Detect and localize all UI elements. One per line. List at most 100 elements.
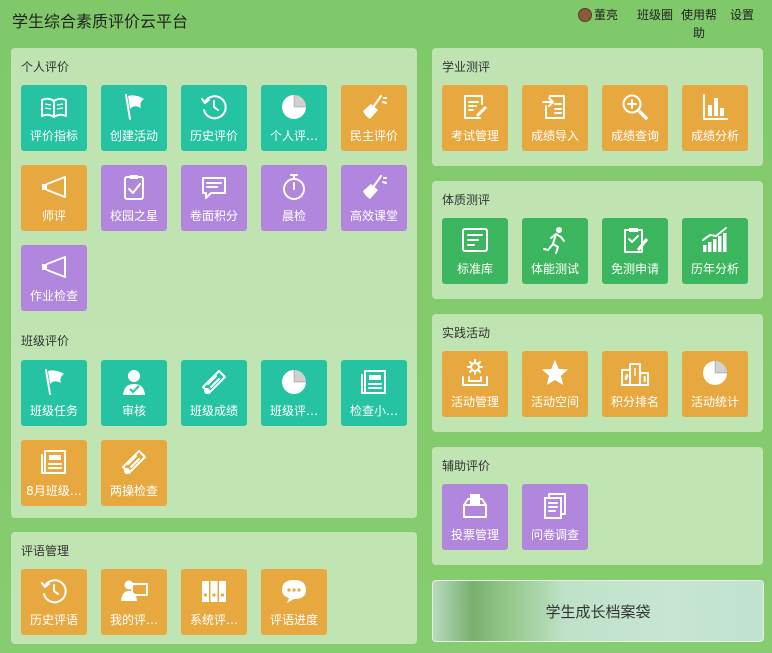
tile-practice-2[interactable]: 活动空间 <box>522 351 588 417</box>
newspaper-icon <box>21 447 87 477</box>
tile-practice-3[interactable]: 积分排名 <box>602 351 668 417</box>
tile-class-5[interactable]: 检查小… <box>341 360 407 426</box>
tile-label: 历年分析 <box>690 262 739 276</box>
horn-icon <box>21 252 87 282</box>
history-icon <box>21 576 87 606</box>
tile-personal-11[interactable]: 作业检查 <box>21 245 87 311</box>
panel-title: 评语管理 <box>21 544 70 558</box>
user-menu[interactable]: 董亮 <box>578 6 618 23</box>
clipboard-icon <box>101 172 167 202</box>
panel-title: 辅助评价 <box>442 459 491 473</box>
growth-archive-banner[interactable]: 学生成长档案袋 <box>432 580 764 642</box>
tile-physical-4[interactable]: 历年分析 <box>682 218 748 284</box>
history-icon <box>181 92 247 122</box>
tile-academic-2[interactable]: 成绩导入 <box>522 85 588 151</box>
tile-auxiliary-2[interactable]: 问卷调查 <box>522 484 588 550</box>
panel-title: 体质测评 <box>442 193 491 207</box>
tile-label: 班级评… <box>269 404 318 418</box>
tile-practice-4[interactable]: 活动统计 <box>682 351 748 417</box>
tile-label: 我的评… <box>109 613 158 627</box>
tile-label: 历史评价 <box>189 129 238 143</box>
broom-icon <box>341 92 407 122</box>
horn-icon <box>21 172 87 202</box>
tile-comments-2[interactable]: 我的评… <box>101 569 167 635</box>
tile-academic-3[interactable]: 成绩查询 <box>602 85 668 151</box>
tile-label: 成绩查询 <box>610 129 659 143</box>
tile-label: 成绩分析 <box>690 129 739 143</box>
star-icon <box>522 358 588 388</box>
tile-class-4[interactable]: 班级评… <box>261 360 327 426</box>
panel-title: 学业测评 <box>442 60 491 74</box>
tile-label: 晨检 <box>281 209 306 223</box>
clipboard-edit-icon <box>602 225 668 255</box>
terminal-icon <box>442 225 508 255</box>
user-board-icon <box>101 576 167 606</box>
tile-label: 卷面积分 <box>189 209 238 223</box>
class-circle-link[interactable]: 班级圈 <box>637 6 673 23</box>
tile-comments-4[interactable]: 评语进度 <box>261 569 327 635</box>
tile-physical-3[interactable]: 免测申请 <box>602 218 668 284</box>
diploma-icon <box>181 367 247 397</box>
top-bar: 学生综合素质评价云平台 董亮 班级圈 使用帮 助 设置 <box>0 0 772 46</box>
tile-label: 投票管理 <box>450 528 499 542</box>
panel-title: 班级评价 <box>21 334 70 348</box>
tile-personal-3[interactable]: 历史评价 <box>181 85 247 151</box>
tile-personal-2[interactable]: 创建活动 <box>101 85 167 151</box>
diploma-icon <box>101 447 167 477</box>
help-label-line2: 助 <box>692 26 705 40</box>
gear-tray-icon <box>442 358 508 388</box>
tile-label: 审核 <box>121 404 146 418</box>
chat-bubble-icon <box>261 576 327 606</box>
tile-auxiliary-1[interactable]: 投票管理 <box>442 484 508 550</box>
pie-icon <box>682 358 748 388</box>
tile-label: 两操检查 <box>109 484 158 498</box>
pie-icon <box>261 92 327 122</box>
tile-academic-1[interactable]: 考试管理 <box>442 85 508 151</box>
tile-label: 考试管理 <box>450 129 499 143</box>
documents-icon <box>522 491 588 521</box>
tile-label: 成绩导入 <box>530 129 579 143</box>
tile-label: 评价指标 <box>29 129 78 143</box>
tile-physical-2[interactable]: 体能测试 <box>522 218 588 284</box>
tile-class-1[interactable]: 班级任务 <box>21 360 87 426</box>
tile-personal-10[interactable]: 高效课堂 <box>341 165 407 231</box>
tile-label: 免测申请 <box>610 262 659 276</box>
book-icon <box>21 92 87 122</box>
app-title: 学生综合素质评价云平台 <box>12 12 189 31</box>
tile-personal-1[interactable]: 评价指标 <box>21 85 87 151</box>
help-label-line1: 使用帮 <box>680 8 717 22</box>
magnifier-icon <box>602 92 668 122</box>
flag-icon <box>101 92 167 122</box>
tile-label: 活动统计 <box>690 395 739 409</box>
tile-class-3[interactable]: 班级成绩 <box>181 360 247 426</box>
tile-label: 历史评语 <box>29 613 78 627</box>
tile-class-7[interactable]: 两操检查 <box>101 440 167 506</box>
tile-comments-1[interactable]: 历史评语 <box>21 569 87 635</box>
tile-personal-6[interactable]: 师评 <box>21 165 87 231</box>
tile-label: 检查小… <box>349 404 398 418</box>
settings-link[interactable]: 设置 <box>730 6 754 23</box>
tile-personal-8[interactable]: 卷面积分 <box>181 165 247 231</box>
tile-academic-4[interactable]: 成绩分析 <box>682 85 748 151</box>
tile-class-6[interactable]: 8月班级… <box>21 440 87 506</box>
help-link[interactable]: 使用帮 助 <box>680 6 718 42</box>
avatar <box>578 7 592 22</box>
runner-icon <box>522 225 588 255</box>
tile-personal-4[interactable]: 个人评… <box>261 85 327 151</box>
tile-label: 活动管理 <box>450 395 499 409</box>
tile-personal-5[interactable]: 民主评价 <box>341 85 407 151</box>
tile-label: 作业检查 <box>29 289 78 303</box>
tile-personal-9[interactable]: 晨检 <box>261 165 327 231</box>
tile-label: 民主评价 <box>349 129 398 143</box>
panel-title: 实践活动 <box>442 326 491 340</box>
panel-title: 个人评价 <box>21 60 70 74</box>
tile-physical-1[interactable]: 标准库 <box>442 218 508 284</box>
tile-comments-3[interactable]: 系统评… <box>181 569 247 635</box>
analysis-icon <box>682 92 748 122</box>
bar-chart-icon <box>682 225 748 255</box>
tile-practice-1[interactable]: 活动管理 <box>442 351 508 417</box>
tile-label: 活动空间 <box>530 395 579 409</box>
tile-class-2[interactable]: 审核 <box>101 360 167 426</box>
tile-label: 8月班级… <box>26 484 82 498</box>
tile-personal-7[interactable]: 校园之星 <box>101 165 167 231</box>
